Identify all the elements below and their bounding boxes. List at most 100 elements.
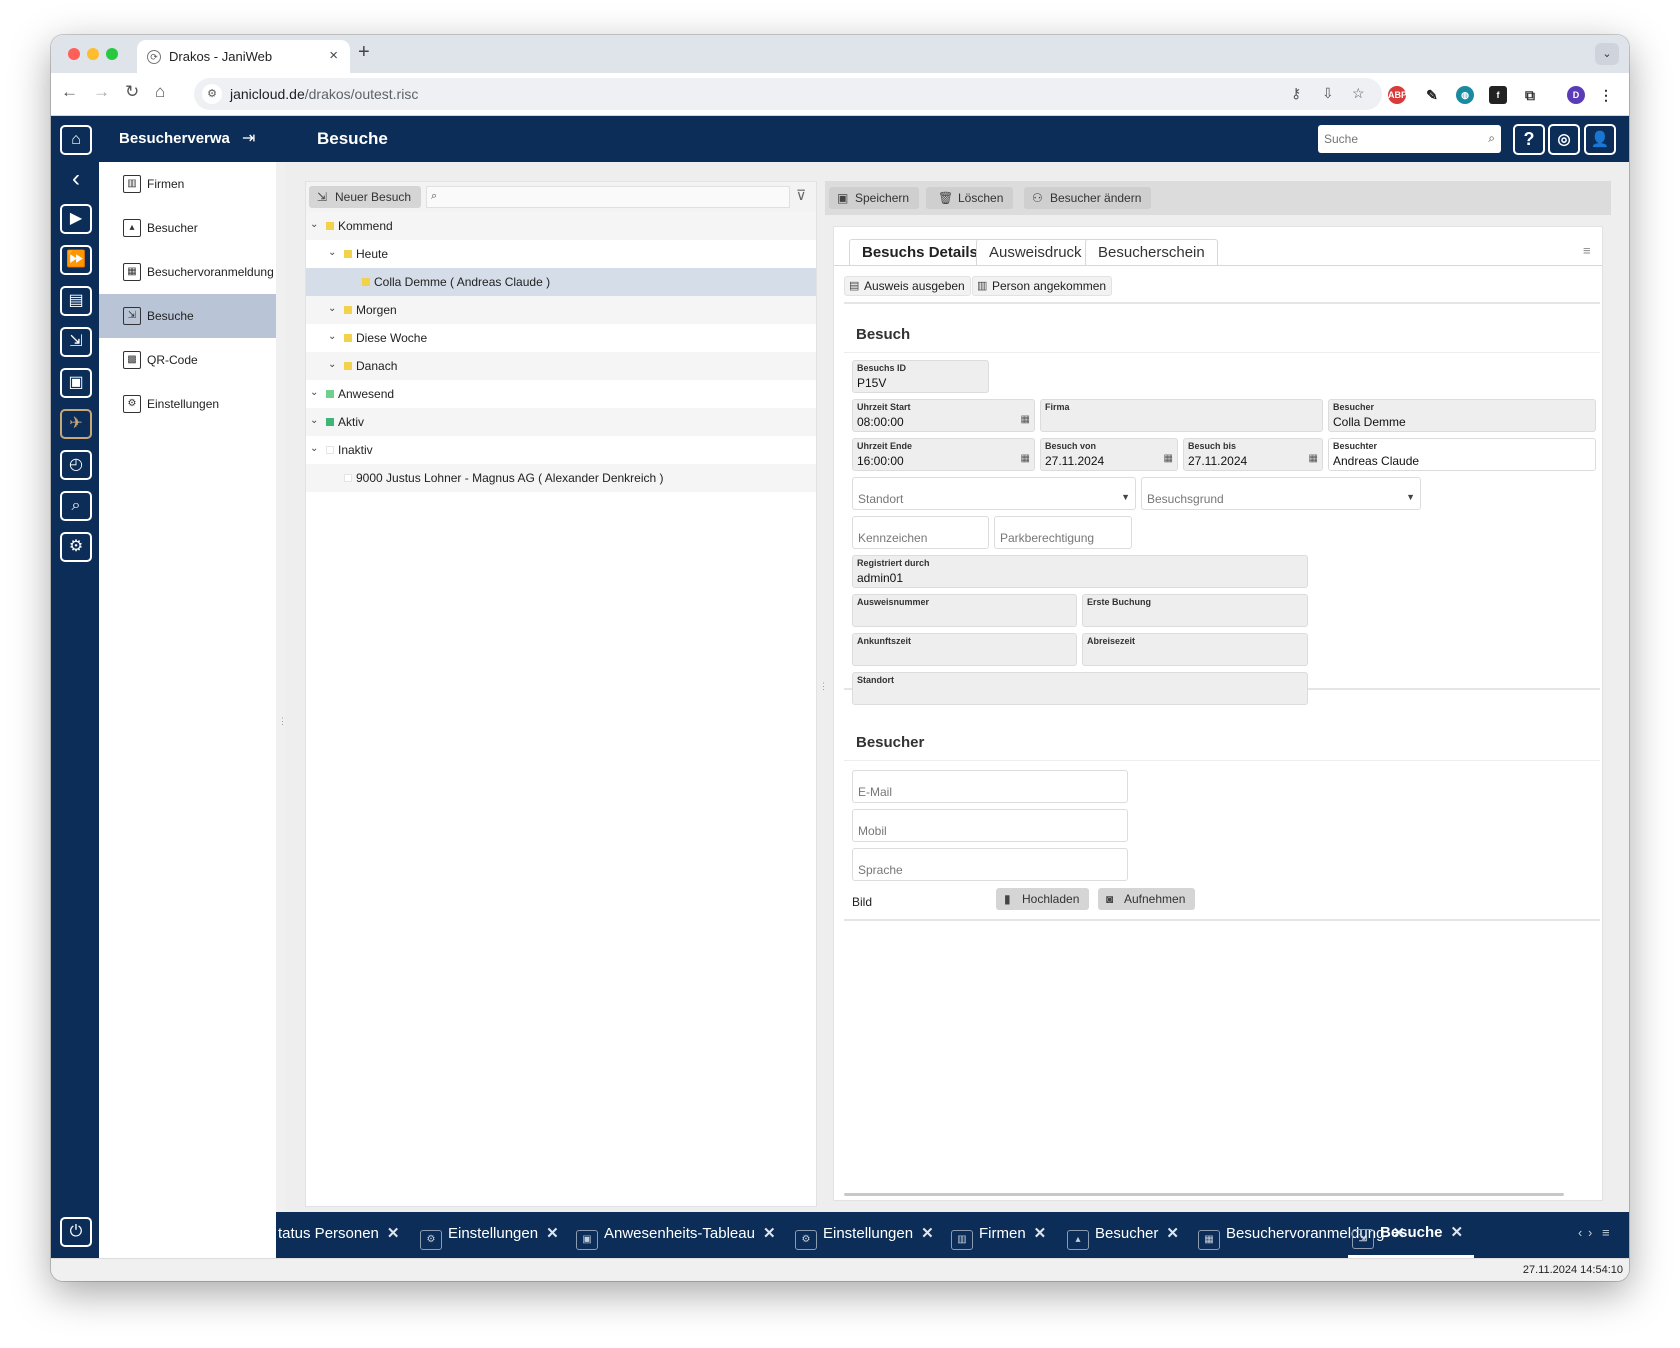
besuchs-id-field[interactable]: Besuchs ID P15V [852,360,989,393]
reload-icon[interactable]: ↻ [125,82,139,102]
close-icon[interactable]: ✕ [546,1225,559,1242]
zoom-window-button[interactable] [106,48,118,60]
delete-button[interactable]: 🗑 Löschen [926,187,1014,209]
open-tab-firmen[interactable]: ▥ Firmen ✕ [951,1224,1046,1250]
close-icon[interactable]: ✕ [387,1225,400,1242]
site-info-icon[interactable]: ⚙ [202,84,222,104]
minimize-window-button[interactable] [87,48,99,60]
besucher-section-header[interactable]: Besucher [844,725,1600,761]
save-button[interactable]: ▣ Speichern [829,187,920,209]
tree-row-inactive-visit[interactable]: 9000 Justus Lohner - Magnus AG ( Alexand… [306,464,816,492]
ankunftszeit-field[interactable]: Ankunftszeit [852,633,1077,666]
home-module-icon[interactable]: ⌂ [60,125,92,155]
calendar-icon[interactable]: ▦ [1164,453,1173,464]
sidebar-item-firmen[interactable]: ▥ Firmen [99,162,276,206]
browser-tab[interactable]: ⟳ Drakos - JaniWeb × [137,40,350,73]
chevron-down-icon[interactable]: ⌄ [328,303,336,314]
mobil-input[interactable]: Mobil [852,809,1128,842]
book-module-icon[interactable]: ▤ [60,286,92,316]
scroll-left-icon[interactable]: ‹ [1578,1225,1582,1240]
settings-module-icon[interactable]: ⚙ [60,532,92,562]
visitor-entry-module-icon[interactable]: ⇲ [60,327,92,357]
open-tab-status-personen[interactable]: tatus Personen ✕ [278,1224,399,1242]
clock-module-icon[interactable]: ◴ [60,450,92,480]
tab-search-icon[interactable]: ⌄ [1595,43,1619,65]
chevron-down-icon[interactable]: ⌄ [328,331,336,342]
standort-select[interactable]: Standort ▼ [852,477,1136,510]
address-bar[interactable]: ⚙ janicloud.de/drakos/outest.risc ⚷ ⇩ ☆ [194,78,1382,110]
user-profile-button[interactable]: 👤 [1584,124,1616,155]
forward-icon[interactable]: → [93,82,110,102]
open-tab-einstellungen[interactable]: ⚙ Einstellungen ✕ [420,1224,559,1250]
besuchter-field[interactable]: Besuchter Andreas Claude [1328,438,1596,471]
sidebar-item-qr-code[interactable]: ▩ QR-Code [99,338,276,382]
horizontal-scrollbar[interactable] [844,1193,1564,1196]
password-key-icon[interactable]: ⚷ [1291,85,1301,102]
search-module-icon[interactable]: ⌕ [60,491,92,521]
home-icon[interactable]: ⌂ [155,82,165,102]
tree-row-visit-selected[interactable]: Colla Demme ( Andreas Claude ) [306,268,816,296]
url-text[interactable]: janicloud.de/drakos/outest.risc [230,86,418,102]
tab-besuchs-details[interactable]: Besuchs Details [849,239,991,265]
standort-field[interactable]: Standort [852,672,1308,705]
tree-row-kommend[interactable]: ⌄ Kommend [306,212,816,240]
tree-row-diese-woche[interactable]: ⌄ Diese Woche [306,324,816,352]
tree-row-morgen[interactable]: ⌄ Morgen [306,296,816,324]
sidebar-item-besucher[interactable]: ▴ Besucher [99,206,276,250]
open-tab-besucher[interactable]: ▴ Besucher ✕ [1067,1224,1179,1250]
close-window-button[interactable] [68,48,80,60]
tree-row-heute[interactable]: ⌄ Heute [306,240,816,268]
besuch-bis-field[interactable]: Besuch bis 27.11.2024 ▦ [1183,438,1323,471]
chevron-down-icon[interactable]: ⌄ [310,415,318,426]
running-person-module-icon[interactable]: ✈ [60,409,92,439]
sidebar-item-besuchervoranmeldung[interactable]: ▦ Besuchervoranmeldung [99,250,276,294]
tree-row-inaktiv[interactable]: ⌄ Inaktiv [306,436,816,464]
adblock-extension-icon[interactable]: ABP [1388,86,1407,104]
profile-avatar[interactable]: D [1567,86,1585,104]
fx-extension-icon[interactable]: f [1489,86,1507,104]
close-icon[interactable]: ✕ [1034,1225,1047,1242]
close-icon[interactable]: ✕ [763,1225,776,1242]
collapse-icon[interactable]: ‹ [60,166,92,196]
sprache-input[interactable]: Sprache [852,848,1128,881]
calendar-icon[interactable]: ▦ [1021,453,1030,464]
new-tab-icon[interactable]: + [358,41,370,64]
tree-row-aktiv[interactable]: ⌄ Aktiv [306,408,816,436]
tree-row-anwesend[interactable]: ⌄ Anwesend [306,380,816,408]
pin-icon[interactable]: ⇥ [242,128,255,148]
sidebar-item-besuche[interactable]: ⇲ Besuche [99,294,276,338]
install-app-icon[interactable]: ⇩ [1322,85,1334,102]
erste-buchung-field[interactable]: Erste Buchung [1082,594,1308,627]
open-tab-anwesenheits-tableau[interactable]: ▣ Anwesenheits-Tableau ✕ [576,1224,776,1250]
firma-field[interactable]: Firma [1040,399,1323,432]
issue-badge-button[interactable]: ▤ Ausweis ausgeben [844,276,971,296]
scroll-right-icon[interactable]: › [1588,1225,1592,1240]
tabs-menu-icon[interactable]: ≡ [1602,1225,1610,1240]
tree-row-danach[interactable]: ⌄ Danach [306,352,816,380]
eyedropper-extension-icon[interactable]: ✎ [1423,86,1441,104]
bookmark-star-icon[interactable]: ☆ [1352,85,1365,102]
panel-menu-icon[interactable]: ≡ [1583,243,1591,258]
chevron-down-icon[interactable]: ⌄ [328,359,336,370]
globe-extension-icon[interactable]: ◍ [1456,86,1474,104]
power-icon[interactable]: ⏻ [60,1217,92,1247]
fast-forward-module-icon[interactable]: ⏩ [60,245,92,275]
person-arrived-button[interactable]: ▥ Person angekommen [972,276,1113,296]
abreisezeit-field[interactable]: Abreisezeit [1082,633,1308,666]
besucher-field[interactable]: Besucher Colla Demme [1328,399,1596,432]
new-visit-button[interactable]: ⇲ Neuer Besuch [309,186,422,208]
besuch-section-header[interactable]: Besuch [844,317,1600,353]
extensions-puzzle-icon[interactable]: ⧉ [1521,86,1539,104]
filter-icon[interactable]: ⊽ [796,187,806,204]
kennzeichen-input[interactable]: Kennzeichen [852,516,989,549]
calendar-icon[interactable]: ▦ [1309,453,1318,464]
parkberechtigung-input[interactable]: Parkberechtigung [994,516,1132,549]
calendar-icon[interactable]: ▦ [1021,414,1030,425]
email-input[interactable]: E-Mail [852,770,1128,803]
tab-ausweisdruck[interactable]: Ausweisdruck [976,239,1095,265]
change-visitor-button[interactable]: ⚇ Besucher ändern [1024,187,1152,209]
uhrzeit-ende-field[interactable]: Uhrzeit Ende 16:00:00 ▦ [852,438,1035,471]
tab-besucherschein[interactable]: Besucherschein [1085,239,1218,265]
registriert-durch-field[interactable]: Registriert durch admin01 [852,555,1308,588]
global-search-input[interactable] [1318,125,1478,153]
